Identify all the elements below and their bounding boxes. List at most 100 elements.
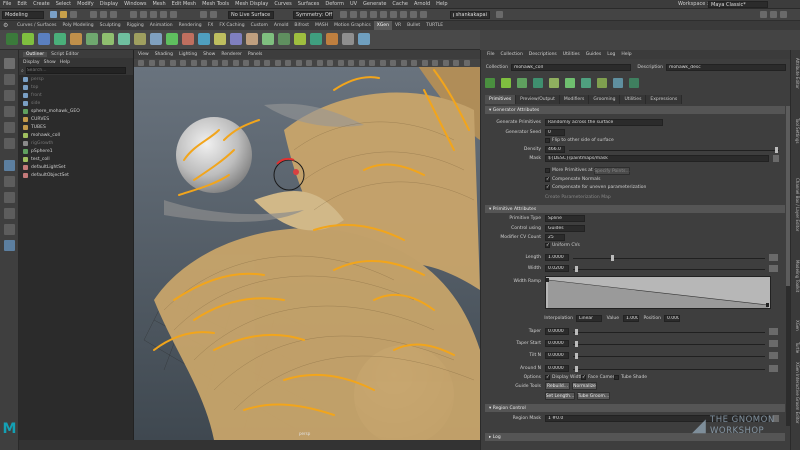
input-output-icon[interactable] (200, 11, 207, 18)
viewport-toolbar-icon[interactable] (348, 60, 354, 66)
display-width-checkbox[interactable]: ✓ (545, 375, 550, 380)
set-length-button[interactable]: Set Length... (545, 392, 575, 400)
ipr-render-icon[interactable] (350, 11, 357, 18)
outliner-item[interactable]: pSphere1 (19, 147, 133, 155)
menu-modify[interactable]: Modify (77, 1, 94, 7)
description-dropdown[interactable]: mohawk_desc (666, 64, 786, 71)
shelf-tab-rendering[interactable]: Rendering (176, 21, 205, 30)
menu-create[interactable]: Create (33, 1, 50, 7)
construction-history-icon[interactable] (210, 11, 217, 18)
viewport-toolbar-icon[interactable] (253, 60, 260, 66)
tube-shade-checkbox[interactable] (614, 375, 619, 380)
shelf-menu-icon[interactable]: ⚙ (3, 22, 8, 29)
snap-surface-icon[interactable] (170, 11, 177, 18)
tab-modifiers[interactable]: Modifiers (559, 95, 590, 104)
tilt-n-field[interactable]: 0.0000 (545, 352, 569, 359)
help-line-icon[interactable] (496, 11, 503, 18)
outliner-item[interactable]: top (19, 83, 133, 91)
paint-select-icon[interactable] (4, 90, 15, 101)
rotate-tool-icon[interactable] (4, 122, 15, 133)
save-map-icon[interactable] (230, 33, 242, 45)
viewport-toolbar-icon[interactable] (159, 60, 165, 66)
layout-graph-icon[interactable] (4, 224, 15, 235)
outliner-item[interactable]: rigGrowth (19, 139, 133, 147)
menu-mesh-tools[interactable]: Mesh Tools (202, 1, 229, 7)
select-hierarchy-icon[interactable] (90, 11, 97, 18)
shelf-tab-bifrost[interactable]: Bifrost (291, 21, 312, 30)
viewport-toolbar-icon[interactable] (232, 60, 239, 66)
snap-point-icon[interactable] (150, 11, 157, 18)
width-ramp-widget[interactable] (545, 276, 771, 309)
export-collection-icon[interactable] (54, 33, 66, 45)
timing-icon[interactable] (400, 11, 407, 18)
viewport-toolbar-icon[interactable] (337, 60, 344, 66)
mask-expression-field[interactable]: ${DESC}/paintmaps/mask (545, 155, 769, 162)
snap-view-icon[interactable] (160, 11, 167, 18)
import-collection-icon[interactable] (38, 33, 50, 45)
menu-generate[interactable]: Generate (363, 1, 386, 7)
shelf-tab-sculpting[interactable]: Sculpting (97, 21, 124, 30)
snap-grid-icon[interactable] (130, 11, 137, 18)
shelf-tab-fx-caching[interactable]: FX Caching (216, 21, 247, 30)
width-field[interactable]: 0.0200 (545, 265, 569, 272)
menu-edit[interactable]: Edit (17, 1, 27, 7)
density-slider-handle[interactable] (775, 147, 778, 153)
import-icon[interactable] (501, 78, 511, 88)
tube-groom-button[interactable]: Tube Groom... (577, 392, 610, 400)
length-slider[interactable] (573, 255, 765, 261)
shelf-tab-curves-surfaces[interactable]: Curves / Surfaces (14, 21, 60, 30)
viewport-toolbar-icon[interactable] (421, 60, 428, 66)
tilt-n-expression-icon[interactable] (769, 352, 778, 359)
render-settings-icon[interactable] (360, 11, 367, 18)
display-icon[interactable] (410, 11, 417, 18)
viewport-persp[interactable]: persp (134, 50, 480, 440)
groom-comb-icon[interactable] (278, 33, 290, 45)
workspace-dropdown[interactable]: Maya Classic* (708, 1, 768, 8)
primitive-icon[interactable] (22, 33, 34, 45)
guide-delete-icon[interactable] (182, 33, 194, 45)
viewport-menu-shading[interactable]: Shading (155, 52, 173, 57)
side-tab-channel-box-layer-editor[interactable]: Channel Box / Layer Editor (792, 178, 800, 231)
around-n-slider[interactable] (573, 366, 765, 372)
ramp-key-end[interactable] (766, 303, 769, 307)
open-scene-icon[interactable] (60, 11, 67, 18)
outliner-item[interactable]: sphere_mohawk_GEO (19, 107, 133, 115)
symmetry-dropdown[interactable]: Symmetry: Off (293, 11, 333, 19)
tab-utilities[interactable]: Utilities (620, 95, 647, 104)
render-view-icon[interactable] (380, 11, 387, 18)
tab-outliner[interactable]: Outliner (23, 51, 48, 57)
length-field[interactable]: 1.0000 (545, 254, 569, 261)
guide-length-icon[interactable] (102, 33, 114, 45)
viewport-toolbar-icon[interactable] (180, 60, 186, 66)
xgen-menu-guides[interactable]: Guides (586, 52, 602, 57)
viewport-menu-show[interactable]: Show (203, 52, 215, 57)
xgen-menu-utilities[interactable]: Utilities (563, 52, 580, 57)
shelf-tab-poly-modeling[interactable]: Poly Modeling (60, 21, 97, 30)
width-expression-icon[interactable] (769, 265, 778, 272)
guide-mirror-icon[interactable] (150, 33, 162, 45)
update-preview-icon[interactable] (629, 78, 639, 88)
outliner-menu-display[interactable]: Display (23, 60, 40, 65)
taper-start-field[interactable]: 0.0000 (545, 340, 569, 347)
guide-sculpt-icon[interactable] (581, 78, 591, 88)
primitive-attributes-header[interactable]: ▾ Primitive Attributes (485, 205, 785, 213)
viewport-toolbar-icon[interactable] (379, 60, 386, 66)
xgen-menu-log[interactable]: Log (607, 52, 615, 57)
collection-dropdown[interactable]: mohawk_coll (511, 64, 631, 71)
viewport-menu-panels[interactable]: Panels (248, 52, 262, 57)
layout-outliner-icon[interactable] (4, 208, 15, 219)
hypershade-icon[interactable] (370, 11, 377, 18)
outliner-item[interactable]: persp (19, 75, 133, 83)
taper-slider-handle[interactable] (575, 329, 578, 335)
shelf-tab-rigging[interactable]: Rigging (124, 21, 147, 30)
menu-mesh[interactable]: Mesh (152, 1, 165, 7)
layout-custom-icon[interactable] (4, 240, 15, 251)
xgen-menu-descriptions[interactable]: Descriptions (529, 52, 557, 57)
guide-move-icon[interactable] (549, 78, 559, 88)
outliner-item[interactable]: front (19, 91, 133, 99)
xgen-menu-file[interactable]: File (487, 52, 495, 57)
menu-display[interactable]: Display (100, 1, 118, 7)
region-control-header[interactable]: ▾ Region Control (485, 404, 785, 412)
menu-set-dropdown[interactable]: Modeling (2, 11, 44, 19)
side-tab-tool-settings[interactable]: Tool Settings (792, 118, 800, 143)
